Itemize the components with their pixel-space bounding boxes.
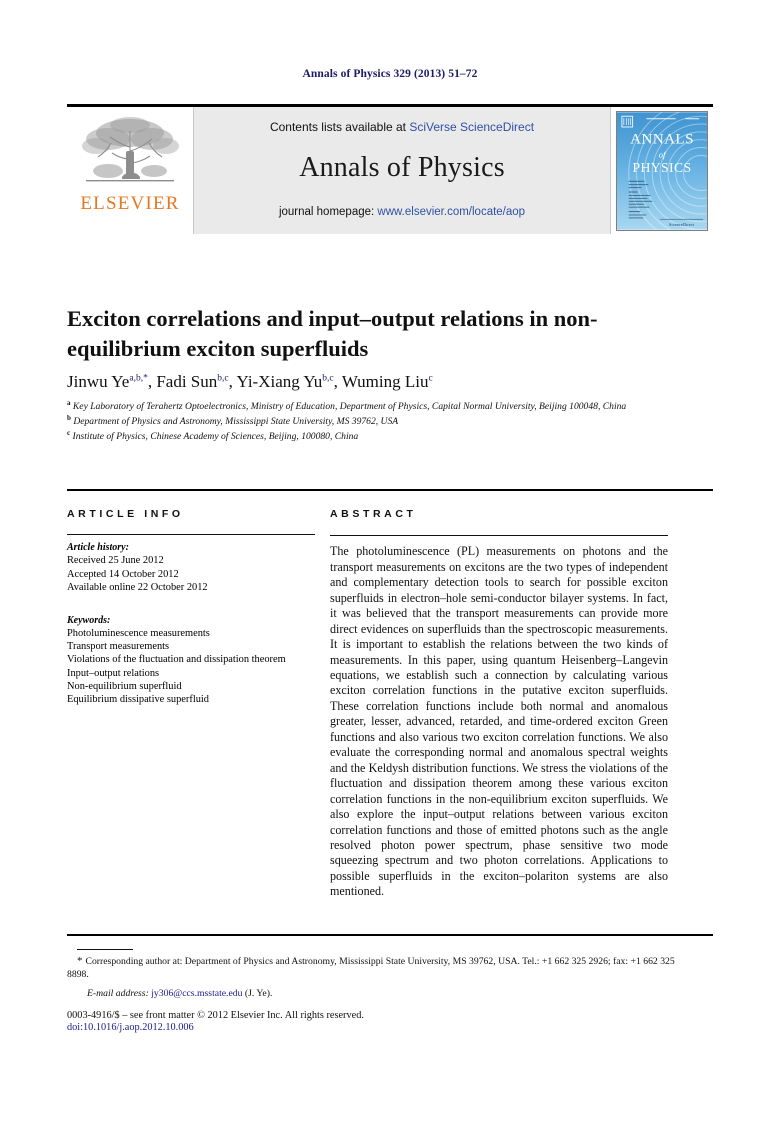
abstract-rule — [330, 535, 668, 537]
article-info-column: ARTICLE INFO Article history: Received 2… — [67, 508, 315, 706]
running-head: Annals of Physics 329 (2013) 51–72 — [302, 68, 478, 80]
article-info-rule — [67, 534, 315, 536]
contents-prefix: Contents lists available at — [269, 120, 410, 134]
journal-homepage-line: journal homepage: www.elsevier.com/locat… — [279, 206, 525, 218]
affiliation-b-text: Department of Physics and Astronomy, Mis… — [73, 416, 399, 428]
keyword-item: Transport measurements — [67, 641, 170, 653]
author-2-name: Fadi Sun — [156, 372, 218, 391]
keywords-label: Keywords: — [67, 615, 111, 626]
author-3-name: Yi-Xiang Yu — [236, 372, 323, 391]
footnote-divider — [77, 949, 133, 951]
keywords-block: Keywords: Photoluminescence measurements… — [67, 615, 315, 706]
journal-article-first-page: Annals of Physics 329 (2013) 51–72 ELSEV… — [0, 0, 780, 1134]
journal-cover-thumbnail: ANNALS of PHYSICS ScienceDirect — [611, 107, 713, 234]
keyword-item: Violations of the fluctuation and dissip… — [67, 654, 286, 666]
affiliation-a: a Key Laboratory of Terahertz Optoelectr… — [67, 398, 667, 414]
keyword-item: Input–output relations — [67, 667, 160, 679]
elsevier-wordmark: ELSEVIER — [80, 193, 180, 214]
email-note: E-mail address: jy306@ccs.msstate.edu (J… — [67, 988, 679, 1001]
author-3[interactable]: Yi-Xiang Yub,c — [236, 372, 333, 391]
keyword-item: Equilibrium dissipative superfluid — [67, 694, 209, 706]
abstract-heading: ABSTRACT — [330, 508, 417, 520]
author-1-name: Jinwu Ye — [67, 372, 130, 391]
contents-list-line: Contents lists available at SciVerse Sci… — [270, 120, 534, 134]
section-divider-bottom — [67, 934, 713, 936]
affiliation-a-mark: a — [67, 398, 71, 407]
author-2-affil-marks: b,c — [217, 373, 229, 384]
affiliation-c-text: Institute of Physics, Chinese Academy of… — [72, 431, 359, 443]
author-list: Jinwu Yea,b,*, Fadi Sunb,c, Yi-Xiang Yub… — [67, 371, 687, 393]
affiliation-c-mark: c — [67, 429, 71, 437]
svg-text:ANNALS: ANNALS — [630, 130, 694, 147]
section-divider-top — [67, 489, 713, 491]
author-4[interactable]: Wuming Liuc — [342, 372, 433, 391]
author-separator-3: , — [333, 372, 342, 391]
keyword-item: Photoluminescence measurements — [67, 628, 210, 639]
footnote-block: * Corresponding author at: Department of … — [67, 955, 679, 1001]
journal-homepage-link[interactable]: www.elsevier.com/locate/aop — [377, 206, 525, 218]
email-link[interactable]: jy306@ccs.msstate.edu — [151, 988, 242, 999]
doi-link[interactable]: doi:10.1016/j.aop.2012.10.006 — [67, 1022, 194, 1033]
article-history-online: Available online 22 October 2012 — [67, 581, 208, 593]
author-4-name: Wuming Liu — [341, 372, 429, 391]
corresponding-author-text: Corresponding author at: Department of P… — [67, 956, 675, 980]
masthead-center-panel: Contents lists available at SciVerse Sci… — [193, 107, 611, 234]
affiliation-b-mark: b — [67, 413, 71, 422]
article-history-received: Received 25 June 2012 — [67, 555, 164, 567]
keyword-item: Non-equilibrium superfluid — [67, 680, 182, 692]
homepage-prefix: journal homepage: — [278, 206, 378, 218]
journal-cover-image: ANNALS of PHYSICS ScienceDirect — [616, 110, 708, 231]
affiliation-b: b Department of Physics and Astronomy, M… — [67, 413, 667, 429]
copyright-line: 0003-4916/$ – see front matter © 2012 El… — [67, 1010, 364, 1021]
elsevier-logo: ELSEVIER — [67, 107, 193, 234]
author-4-affil-marks: c — [428, 373, 433, 384]
corresponding-author-marker: * — [77, 955, 83, 967]
journal-title: Annals of Physics — [299, 152, 505, 183]
author-1[interactable]: Jinwu Yea,b,* — [67, 372, 148, 391]
affiliation-c: c Institute of Physics, Chinese Academy … — [67, 429, 667, 444]
corresponding-author-note: * Corresponding author at: Department of … — [67, 955, 679, 981]
abstract-text: The photoluminescence (PL) measurements … — [330, 544, 668, 899]
sciencedirect-link[interactable]: SciVerse ScienceDirect — [409, 120, 534, 134]
article-title: Exciton correlations and input–output re… — [67, 306, 598, 362]
svg-text:PHYSICS: PHYSICS — [632, 159, 691, 174]
article-info-heading: ARTICLE INFO — [67, 508, 184, 520]
author-1-affil-marks: a,b,* — [129, 373, 148, 384]
svg-text:ScienceDirect: ScienceDirect — [669, 221, 695, 226]
journal-masthead: ELSEVIER Contents lists available at Sci… — [67, 104, 713, 234]
abstract-column: ABSTRACT The photoluminescence (PL) meas… — [330, 508, 668, 900]
affiliation-list: a Key Laboratory of Terahertz Optoelectr… — [67, 398, 667, 446]
author-3-affil-marks: b,c — [322, 373, 334, 384]
affiliation-a-text: Key Laboratory of Terahertz Optoelectron… — [72, 401, 627, 412]
email-label: E-mail address: — [87, 988, 149, 1000]
article-history-accepted: Accepted 14 October 2012 — [67, 568, 179, 580]
article-history-label: Article history: — [67, 542, 129, 554]
elsevier-tree-icon — [82, 117, 179, 182]
email-owner: (J. Ye). — [244, 988, 273, 1000]
author-2[interactable]: Fadi Sunb,c — [156, 372, 228, 391]
